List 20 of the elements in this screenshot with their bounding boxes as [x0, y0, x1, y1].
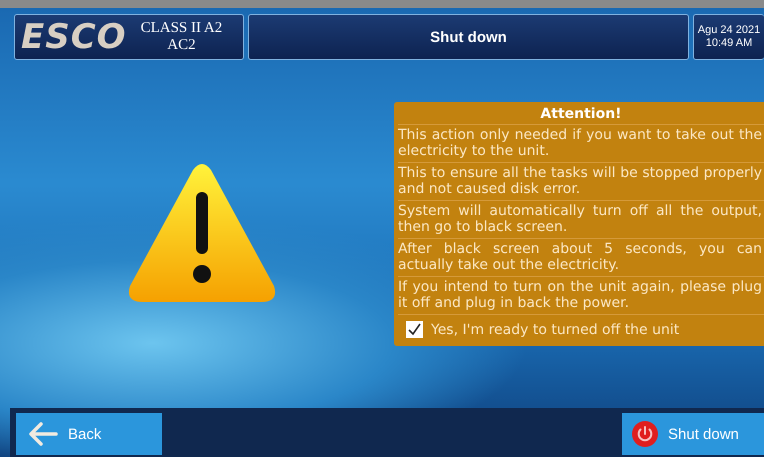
checkbox[interactable]: [406, 321, 423, 338]
back-button[interactable]: Back: [16, 413, 162, 455]
check-icon: [408, 323, 421, 336]
logo-text: ESCO: [21, 17, 127, 57]
warning-icon: [127, 162, 277, 304]
page-title: Shut down: [248, 14, 689, 60]
shutdown-button[interactable]: Shut down: [622, 413, 764, 455]
attention-text: If you intend to turn on the unit again, please plug it off and plug in back the power.: [398, 276, 764, 314]
time-label: 10:49 AM: [706, 37, 752, 50]
attention-text: This to ensure all the tasks will be stopped properly and not caused disk error.: [398, 162, 764, 200]
attention-text: After black screen about 5 seconds, you can actually take out the electricity.: [398, 238, 764, 276]
panel-title: Attention!: [539, 105, 623, 124]
power-icon: [632, 421, 658, 447]
model-label: AC2: [167, 37, 196, 54]
arrow-left-icon: [28, 422, 58, 446]
model-label: CLASS II A2: [140, 20, 222, 37]
checkbox-label[interactable]: Yes, I'm ready to turned off the unit: [431, 322, 680, 338]
attention-text: This action only needed if you want to take out the electricity to the unit.: [398, 124, 764, 162]
date-label: Agu 24 2021: [698, 24, 760, 37]
attention-text: System will automatically turn off all the output, then go to black screen.: [398, 200, 764, 238]
